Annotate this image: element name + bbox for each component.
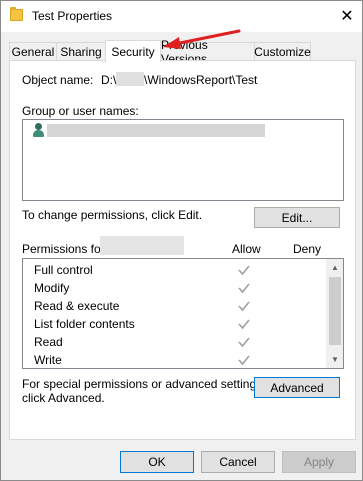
special-permissions-text-line1: For special permissions or advanced sett… bbox=[22, 377, 266, 391]
scroll-down-icon[interactable]: ▼ bbox=[327, 351, 343, 368]
object-name-suffix: \WindowsReport\Test bbox=[144, 73, 258, 87]
window-title: Test Properties bbox=[32, 9, 113, 23]
allow-check-icon bbox=[238, 319, 250, 330]
apply-button[interactable]: Apply bbox=[282, 451, 356, 473]
folder-icon bbox=[10, 7, 23, 21]
user-list[interactable] bbox=[22, 119, 344, 201]
allow-check-icon bbox=[238, 355, 250, 366]
permission-row: Full control bbox=[23, 261, 343, 279]
advanced-button[interactable]: Advanced bbox=[254, 377, 340, 398]
allow-check-icon bbox=[238, 265, 250, 276]
permission-name: List folder contents bbox=[34, 317, 135, 331]
security-panel: Object name: D:\ \WindowsReport\Test Gro… bbox=[9, 60, 356, 440]
permissions-for-label: Permissions for bbox=[22, 242, 105, 256]
allow-check-icon bbox=[238, 283, 250, 294]
redacted-principal bbox=[100, 236, 184, 255]
scroll-thumb[interactable] bbox=[329, 277, 341, 345]
permission-row: List folder contents bbox=[23, 315, 343, 333]
close-icon: ✕ bbox=[340, 8, 354, 25]
permissions-scrollbar[interactable]: ▲ ▼ bbox=[326, 259, 343, 368]
red-arrow-annotation bbox=[163, 29, 241, 49]
ok-button[interactable]: OK bbox=[120, 451, 194, 473]
deny-header: Deny bbox=[293, 242, 322, 256]
tab-general[interactable]: General bbox=[9, 42, 57, 61]
edit-button[interactable]: Edit... bbox=[254, 207, 340, 228]
permission-name: Read & execute bbox=[34, 299, 120, 313]
permission-name: Full control bbox=[34, 263, 93, 277]
permission-name: Modify bbox=[34, 281, 70, 295]
user-icon bbox=[32, 123, 44, 137]
permission-row: Write bbox=[23, 351, 343, 368]
permission-row: Modify bbox=[23, 279, 343, 297]
object-name-prefix: D:\ bbox=[101, 73, 117, 87]
allow-check-icon bbox=[238, 337, 250, 348]
properties-dialog: Test Properties ✕ General Sharing Securi… bbox=[0, 0, 363, 481]
cancel-button[interactable]: Cancel bbox=[201, 451, 275, 473]
allow-header: Allow bbox=[232, 242, 261, 256]
permission-row: Read bbox=[23, 333, 343, 351]
tab-security[interactable]: Security bbox=[105, 40, 161, 62]
permission-name: Read bbox=[34, 335, 63, 349]
permissions-list[interactable]: Full control Modify Read & execute List … bbox=[22, 258, 344, 369]
special-permissions-text-line2: click Advanced. bbox=[22, 391, 105, 405]
tab-customize[interactable]: Customize bbox=[254, 42, 311, 61]
close-button[interactable]: ✕ bbox=[332, 1, 362, 31]
change-permissions-text: To change permissions, click Edit. bbox=[22, 208, 203, 222]
group-label: Group or user names: bbox=[22, 104, 139, 118]
redacted-user[interactable] bbox=[47, 124, 265, 137]
permission-row: Read & execute bbox=[23, 297, 343, 315]
permission-name: Write bbox=[34, 353, 62, 367]
scroll-up-icon[interactable]: ▲ bbox=[327, 259, 343, 276]
tab-sharing[interactable]: Sharing bbox=[56, 42, 106, 61]
redacted-path bbox=[116, 72, 144, 86]
allow-check-icon bbox=[238, 301, 250, 312]
object-name-label: Object name: bbox=[22, 73, 94, 87]
